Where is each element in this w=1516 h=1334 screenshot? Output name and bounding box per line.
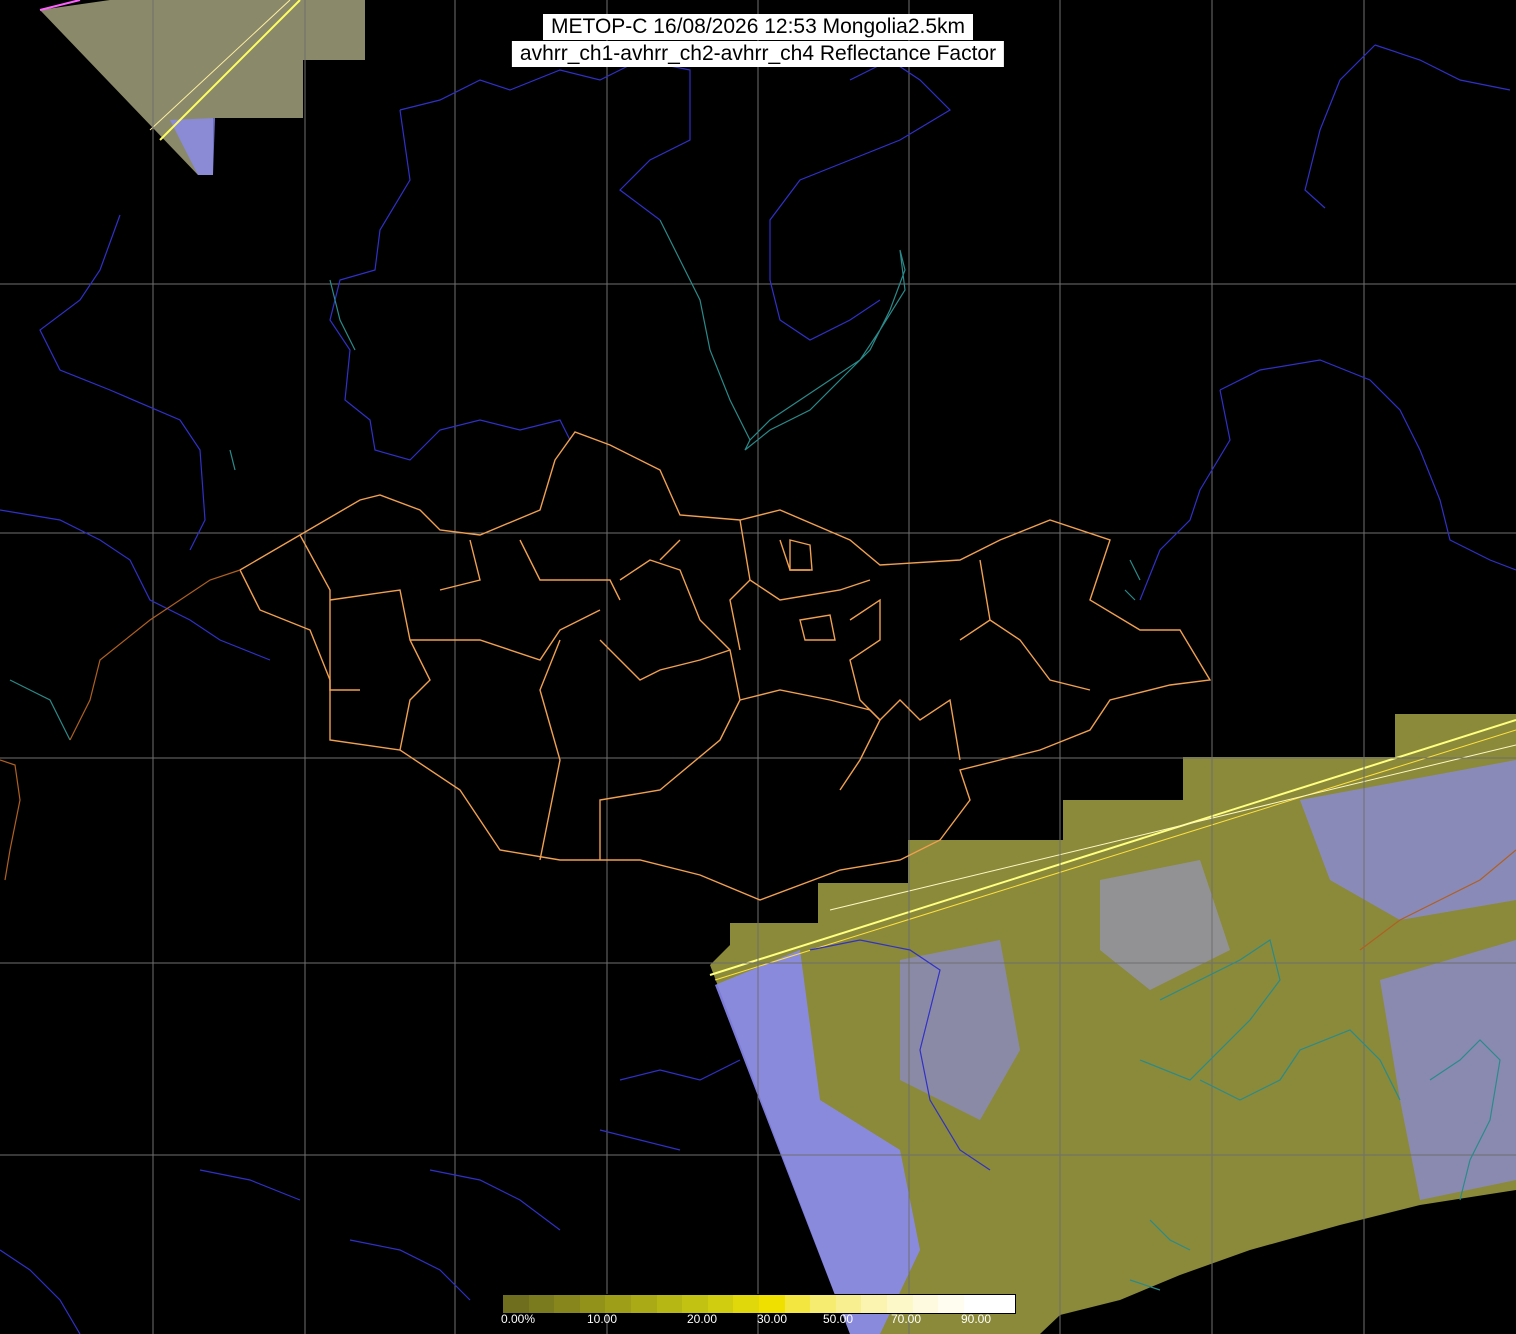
colorbar-tick-label: 50.00 <box>822 1312 854 1326</box>
colorbar-tick-label: 10.00 <box>586 1312 618 1326</box>
colorbar-segment <box>631 1295 657 1313</box>
colorbar: 0.00% 10.00 20.00 30.00 50.00 70.00 90.00 <box>500 1292 1018 1334</box>
colorbar-tick-label: 20.00 <box>686 1312 718 1326</box>
colorbar-segment <box>963 1295 990 1313</box>
colorbar-segment <box>503 1295 529 1313</box>
colorbar-tick-label: 0.00% <box>500 1312 536 1326</box>
colorbar-segment <box>682 1295 709 1313</box>
colorbar-segment <box>810 1295 837 1313</box>
title-line-2: avhrr_ch1-avhrr_ch2-avhrr_ch4 Reflectanc… <box>511 41 1005 67</box>
colorbar-segment <box>733 1295 760 1313</box>
colorbar-segment <box>605 1295 632 1313</box>
colorbar-strip <box>502 1294 1016 1314</box>
colorbar-segment <box>579 1295 606 1313</box>
colorbar-segment <box>835 1295 862 1313</box>
colorbar-segment <box>989 1295 1016 1313</box>
colorbar-tick-label: 70.00 <box>890 1312 922 1326</box>
colorbar-segment <box>861 1295 888 1313</box>
colorbar-segment <box>707 1295 734 1313</box>
title-line-1: METOP-C 16/08/2026 12:53 Mongolia2.5km <box>542 14 974 40</box>
colorbar-segment <box>554 1295 581 1313</box>
colorbar-segment <box>528 1295 555 1313</box>
colorbar-tick-label: 90.00 <box>960 1312 992 1326</box>
colorbar-segment <box>759 1295 785 1313</box>
satellite-map <box>0 0 1516 1334</box>
colorbar-segment <box>912 1295 939 1313</box>
colorbar-segment <box>656 1295 683 1313</box>
colorbar-segment <box>784 1295 811 1313</box>
colorbar-tick-label: 30.00 <box>756 1312 788 1326</box>
colorbar-segment <box>938 1295 965 1313</box>
colorbar-segment <box>887 1295 913 1313</box>
